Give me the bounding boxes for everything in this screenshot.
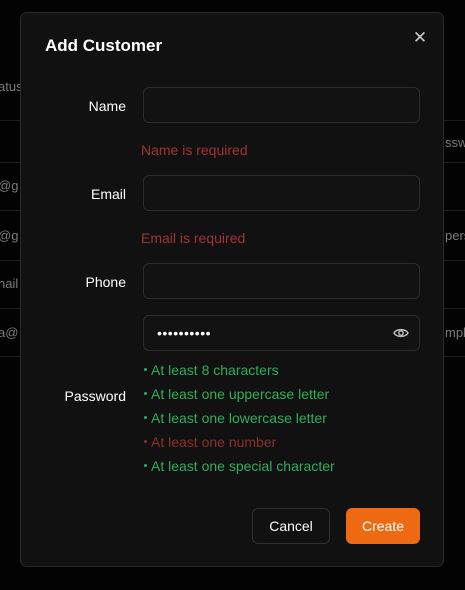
password-rule-text: At least one lowercase letter [151,410,327,426]
bg-text: mpl [445,325,465,340]
name-input[interactable] [143,87,420,123]
password-requirements: At least 8 characters At least one upperc… [143,361,335,481]
email-input[interactable] [143,175,420,211]
password-rule: At least 8 characters [143,361,335,385]
bg-text: nail [0,276,19,291]
eye-icon[interactable] [393,326,409,340]
email-error: Email is required [141,230,246,246]
bullet-icon [144,368,147,372]
add-customer-dialog: Add Customer ✕ Name Name is required Ema… [20,12,444,567]
cancel-button[interactable]: Cancel [252,508,330,544]
close-icon[interactable]: ✕ [411,29,429,47]
password-rule: At least one uppercase letter [143,385,335,409]
password-rule: At least one special character [143,457,335,481]
bullet-icon [144,416,147,420]
bg-text: @g [0,228,19,243]
bullet-icon [144,392,147,396]
password-rule: At least one number [143,433,335,457]
phone-input[interactable] [143,263,420,299]
bg-text: sswo [445,135,465,150]
name-error: Name is required [141,142,248,158]
bg-text: @g [0,178,19,193]
bg-text: a@ [0,325,19,340]
phone-label: Phone [85,274,126,290]
password-value: •••••••••• [157,325,212,341]
password-rule-text: At least one uppercase letter [151,386,330,402]
name-label: Name [88,98,126,114]
password-label: Password [64,388,126,404]
bg-text: pers [445,228,465,243]
password-rule: At least one lowercase letter [143,409,335,433]
bullet-icon [144,440,147,444]
password-rule-text: At least 8 characters [151,362,279,378]
password-rule-text: At least one number [151,434,277,450]
password-rule-text: At least one special character [151,458,335,474]
create-button[interactable]: Create [346,508,420,544]
dialog-title: Add Customer [45,36,163,55]
email-label: Email [90,186,126,202]
password-input[interactable]: •••••••••• [143,315,420,351]
bullet-icon [144,464,147,468]
